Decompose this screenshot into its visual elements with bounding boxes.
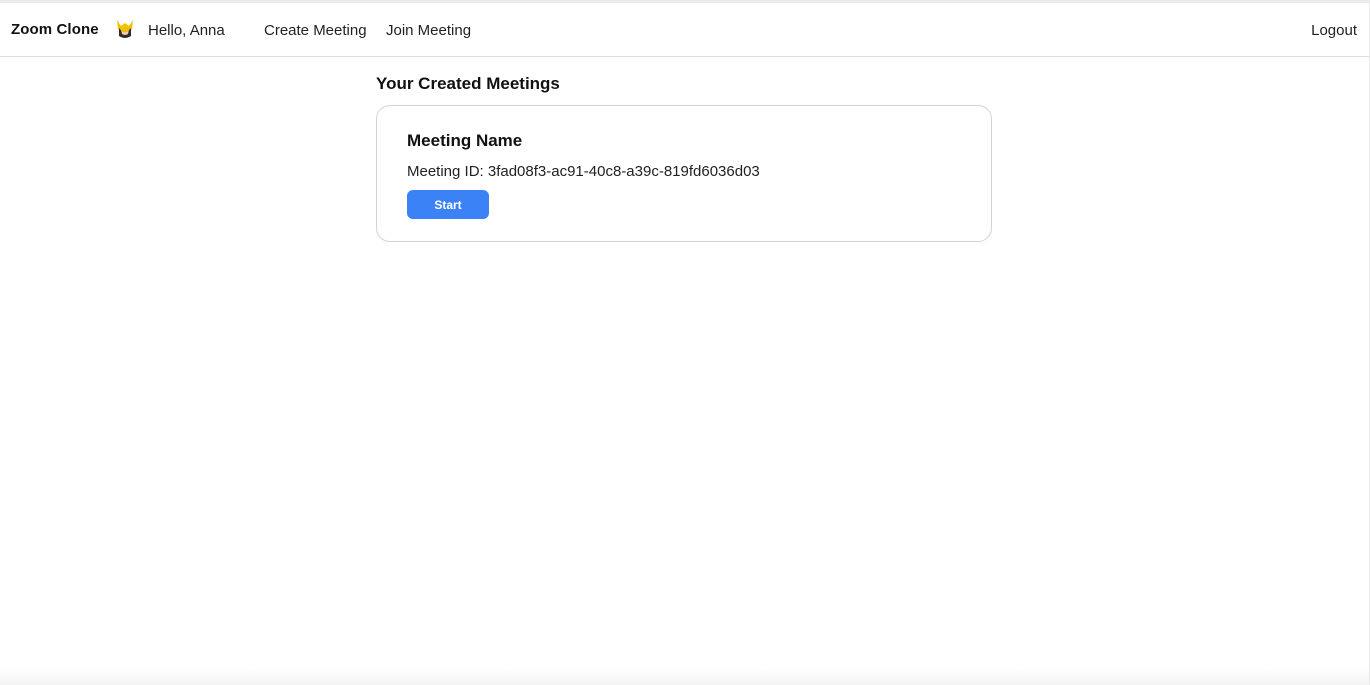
meeting-name: Meeting Name <box>407 131 523 150</box>
meeting-id: Meeting ID: 3fad08f3-ac91-40c8-a39c-819f… <box>407 163 760 180</box>
bottom-shadow <box>0 667 1369 685</box>
start-meeting-button[interactable]: Start <box>407 190 489 219</box>
meeting-card: Meeting Name Meeting ID: 3fad08f3-ac91-4… <box>376 105 992 242</box>
logout-link[interactable]: Logout <box>1311 22 1357 39</box>
brand-logo-text[interactable]: Zoom Clone <box>11 21 99 38</box>
app-window: Zoom Clone Hello, Anna Create Meeting Jo… <box>0 0 1370 685</box>
create-meeting-link[interactable]: Create Meeting <box>264 22 367 39</box>
page-title: Your Created Meetings <box>376 74 560 93</box>
join-meeting-link[interactable]: Join Meeting <box>386 22 471 39</box>
user-avatar-icon <box>117 20 133 38</box>
top-navbar: Zoom Clone Hello, Anna Create Meeting Jo… <box>0 3 1369 57</box>
user-greeting: Hello, Anna <box>148 22 225 39</box>
